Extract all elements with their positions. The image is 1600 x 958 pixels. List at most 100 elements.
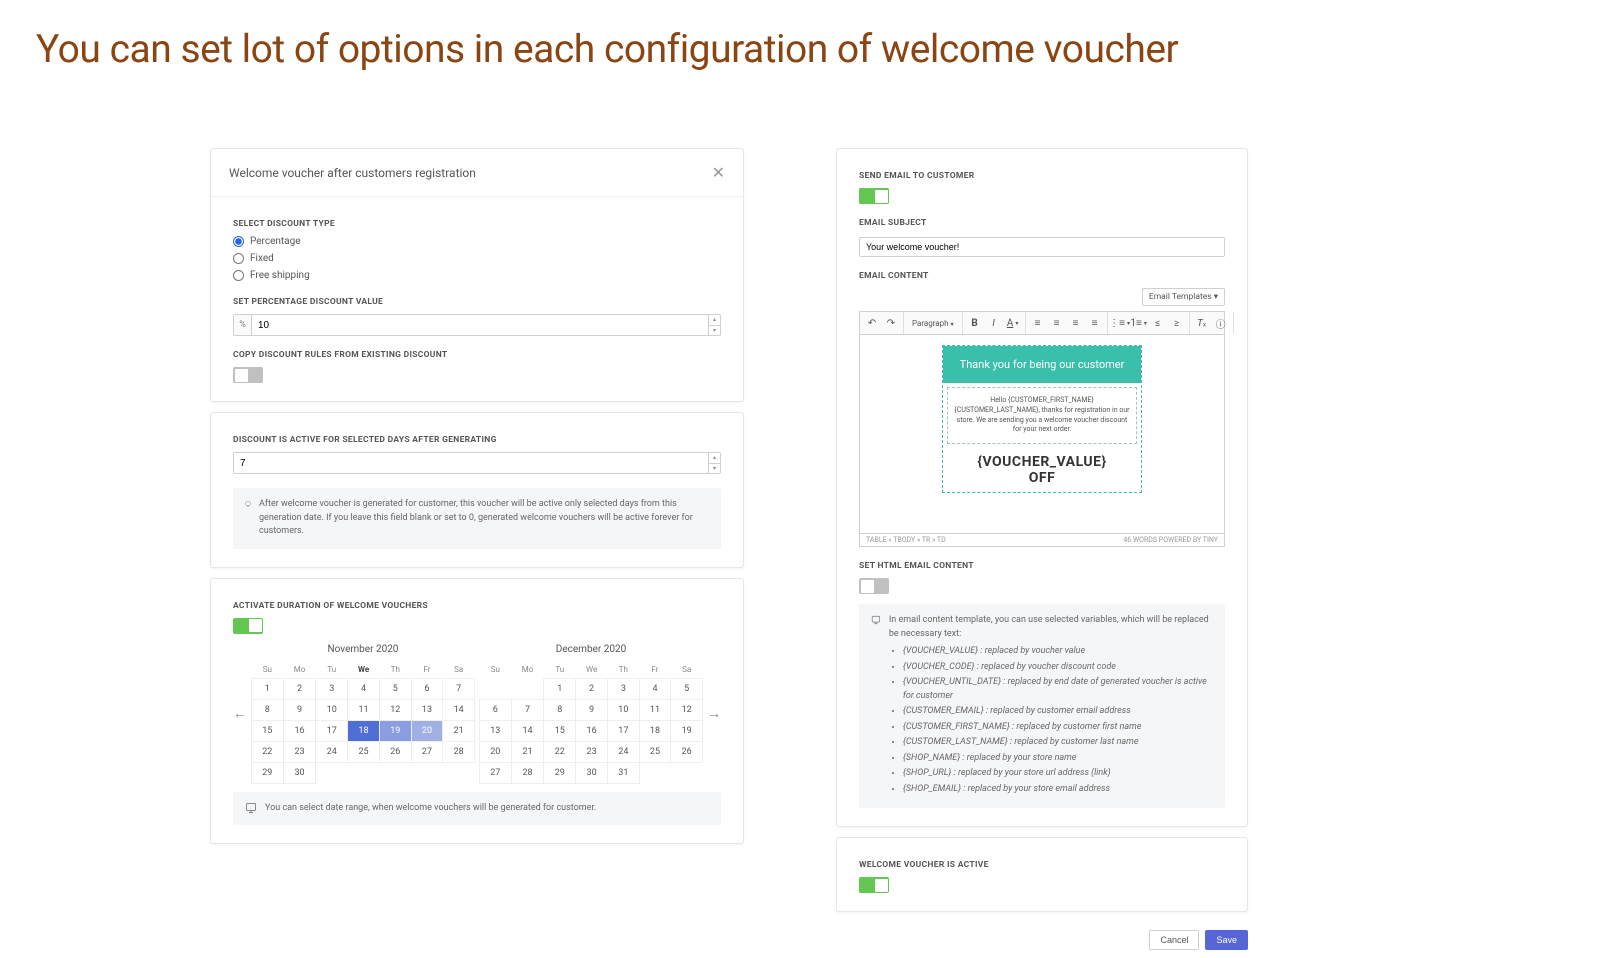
calendar-day[interactable]: 18 <box>348 720 380 741</box>
radio-percentage[interactable]: Percentage <box>233 236 721 247</box>
calendar-day[interactable]: 26 <box>380 741 412 762</box>
indent-icon[interactable]: ≥ <box>1169 315 1185 331</box>
align-right-icon[interactable]: ≡ <box>1068 315 1084 331</box>
calendar-day[interactable]: 5 <box>380 678 412 699</box>
number-list-icon[interactable]: 1≡ <box>1131 315 1147 331</box>
calendar-day[interactable]: 10 <box>316 699 348 720</box>
clear-format-icon[interactable]: Tₓ <box>1194 315 1210 331</box>
calendar-day[interactable]: 6 <box>411 678 443 699</box>
activate-duration-toggle[interactable] <box>233 618 263 634</box>
email-templates-button[interactable]: Email Templates ▾ <box>1142 288 1225 306</box>
calendar-day[interactable]: 19 <box>671 720 703 741</box>
calendar-day[interactable]: 27 <box>480 762 512 783</box>
calendar-day[interactable]: 29 <box>544 762 576 783</box>
calendar-day[interactable]: 18 <box>639 720 671 741</box>
calendar-day[interactable]: 25 <box>639 741 671 762</box>
percentage-input[interactable] <box>252 315 708 335</box>
bullet-list-icon[interactable]: ⋮≡ <box>1112 315 1128 331</box>
calendar-day[interactable]: 8 <box>252 699 284 720</box>
spin-down[interactable]: ▾ <box>709 326 720 336</box>
calendar-day[interactable]: 23 <box>283 741 316 762</box>
calendar-day[interactable]: 27 <box>411 741 443 762</box>
calendar-day[interactable]: 15 <box>252 720 284 741</box>
active-days-input[interactable] <box>234 453 708 473</box>
calendar-day[interactable]: 15 <box>544 720 576 741</box>
cal1-table[interactable]: SuMoTuWeThFrSa12345678910111213141516171… <box>251 661 475 784</box>
calendar-day[interactable]: 28 <box>511 762 544 783</box>
calendar-day[interactable]: 21 <box>443 720 475 741</box>
calendar-day[interactable]: 3 <box>608 678 640 699</box>
calendar-day[interactable]: 1 <box>252 678 284 699</box>
cal2-table[interactable]: SuMoTuWeThFrSa12345678910111213141516171… <box>479 661 703 784</box>
italic-icon[interactable]: I <box>986 315 1002 331</box>
calendar-day[interactable]: 30 <box>576 762 608 783</box>
textcolor-icon[interactable]: A <box>1005 315 1021 331</box>
calendar-day[interactable]: 11 <box>348 699 380 720</box>
calendar-day[interactable]: 17 <box>608 720 640 741</box>
help-icon[interactable]: ⓘ <box>1213 315 1229 331</box>
send-email-toggle[interactable] <box>859 188 889 204</box>
calendar-day[interactable]: 14 <box>511 720 544 741</box>
copy-rules-toggle[interactable] <box>233 367 263 383</box>
calendar-day[interactable]: 4 <box>348 678 380 699</box>
calendar-day[interactable]: 12 <box>380 699 412 720</box>
outdent-icon[interactable]: ≤ <box>1150 315 1166 331</box>
calendar-day[interactable]: 8 <box>544 699 576 720</box>
save-button[interactable]: Save <box>1205 930 1248 950</box>
calendar-day[interactable]: 29 <box>252 762 284 783</box>
calendar-day[interactable]: 1 <box>544 678 576 699</box>
spin-down[interactable]: ▾ <box>709 464 720 474</box>
calendar-day[interactable]: 3 <box>316 678 348 699</box>
close-icon[interactable]: ✕ <box>712 163 725 182</box>
spin-up[interactable]: ▴ <box>709 315 720 326</box>
bold-icon[interactable]: B <box>967 315 983 331</box>
spin-up[interactable]: ▴ <box>709 453 720 464</box>
calendar-day[interactable]: 31 <box>608 762 640 783</box>
cancel-button[interactable]: Cancel <box>1149 930 1199 950</box>
radio-fixed[interactable]: Fixed <box>233 253 721 264</box>
align-center-icon[interactable]: ≡ <box>1049 315 1065 331</box>
calendar-day[interactable]: 7 <box>443 678 475 699</box>
calendar-day[interactable]: 24 <box>316 741 348 762</box>
cal-next-icon[interactable]: → <box>707 705 721 722</box>
calendar-day[interactable]: 4 <box>639 678 671 699</box>
calendar-day[interactable]: 16 <box>283 720 316 741</box>
calendar-day[interactable]: 12 <box>671 699 703 720</box>
calendar-day[interactable]: 6 <box>480 699 512 720</box>
align-justify-icon[interactable]: ≡ <box>1087 315 1103 331</box>
calendar-day[interactable]: 9 <box>576 699 608 720</box>
paragraph-select[interactable]: Paragraph <box>908 317 958 330</box>
calendar-day[interactable]: 30 <box>283 762 316 783</box>
set-html-toggle[interactable] <box>859 578 889 594</box>
calendar-day[interactable]: 28 <box>443 741 475 762</box>
calendar-day[interactable]: 7 <box>511 699 544 720</box>
calendar-day[interactable]: 25 <box>348 741 380 762</box>
calendar-day[interactable]: 11 <box>639 699 671 720</box>
redo-icon[interactable]: ↷ <box>883 315 899 331</box>
calendar-day[interactable]: 19 <box>380 720 412 741</box>
calendar-day[interactable]: 2 <box>576 678 608 699</box>
email-subject-input[interactable] <box>859 237 1225 257</box>
calendar-day[interactable]: 9 <box>283 699 316 720</box>
calendar-day[interactable]: 13 <box>411 699 443 720</box>
calendar-day[interactable]: 16 <box>576 720 608 741</box>
calendar-day[interactable]: 10 <box>608 699 640 720</box>
editor-canvas[interactable]: Thank you for being our customer Hello {… <box>859 334 1225 534</box>
radio-free-shipping[interactable]: Free shipping <box>233 270 721 281</box>
calendar-day[interactable]: 22 <box>544 741 576 762</box>
calendar-day[interactable]: 14 <box>443 699 475 720</box>
calendar-day[interactable]: 2 <box>283 678 316 699</box>
calendar-day[interactable]: 26 <box>671 741 703 762</box>
calendar-day[interactable]: 13 <box>480 720 512 741</box>
calendar-day[interactable]: 17 <box>316 720 348 741</box>
calendar-day[interactable]: 20 <box>480 741 512 762</box>
cal-prev-icon[interactable]: ← <box>233 705 247 722</box>
calendar-day[interactable]: 21 <box>511 741 544 762</box>
calendar-day[interactable]: 22 <box>252 741 284 762</box>
align-left-icon[interactable]: ≡ <box>1030 315 1046 331</box>
calendar-day[interactable]: 24 <box>608 741 640 762</box>
undo-icon[interactable]: ↶ <box>864 315 880 331</box>
voucher-active-toggle[interactable] <box>859 877 889 893</box>
calendar-day[interactable]: 5 <box>671 678 703 699</box>
calendar-day[interactable]: 23 <box>576 741 608 762</box>
